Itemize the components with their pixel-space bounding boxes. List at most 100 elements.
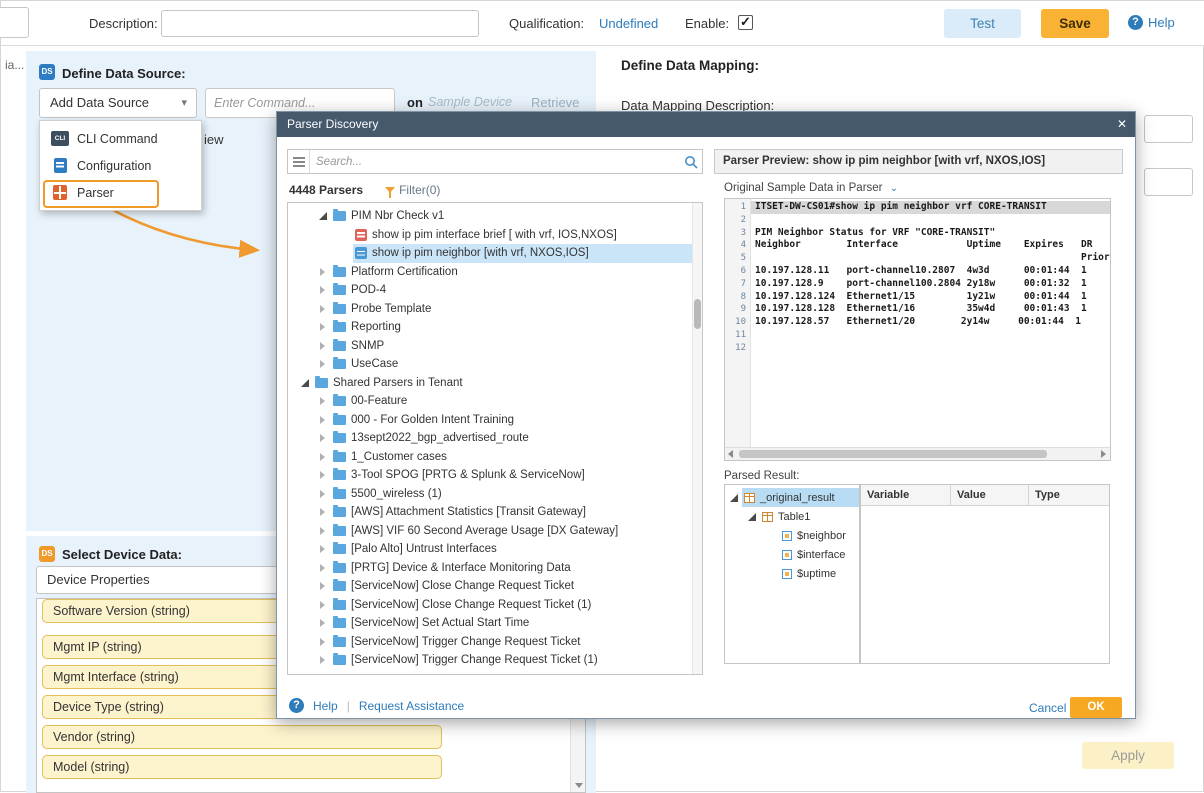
parser-tree-row[interactable]: [ServiceNow] Close Change Request Ticket	[288, 577, 702, 596]
tree-expander-icon[interactable]	[318, 563, 329, 573]
parser-tree-row[interactable]: 3-Tool SPOG [PRTG & Splunk & ServiceNow]	[288, 466, 702, 485]
tree-expander-icon[interactable]	[318, 452, 329, 462]
parser-tree-row[interactable]: [ServiceNow] Set Actual Start Time	[288, 614, 702, 633]
tree-expander-icon[interactable]	[318, 396, 329, 406]
tree-expander-icon[interactable]	[318, 544, 329, 554]
tree-expander-icon[interactable]	[318, 470, 329, 480]
tree-expander-icon[interactable]	[318, 267, 329, 277]
top-help-link[interactable]: ? Help	[1128, 15, 1175, 30]
tree-expander-icon[interactable]	[729, 493, 740, 503]
truncated-name-field[interactable]	[0, 7, 29, 38]
tree-expander-icon[interactable]	[318, 359, 329, 369]
parser-tree-row[interactable]: [AWS] Attachment Statistics [Transit Gat…	[288, 503, 702, 522]
tree-expander-icon[interactable]	[747, 512, 758, 522]
search-options-icon[interactable]	[288, 150, 310, 173]
modal-help-link[interactable]: Help	[313, 699, 338, 713]
device-property-item[interactable]: Vendor (string)	[42, 725, 442, 749]
result-tree-row[interactable]: $uptime	[725, 564, 859, 583]
request-assistance-link[interactable]: Request Assistance	[359, 699, 464, 713]
tree-expander-icon[interactable]	[318, 581, 329, 591]
tree-expander-icon[interactable]	[318, 655, 329, 665]
tree-expander-icon[interactable]	[318, 415, 329, 425]
scroll-left-icon[interactable]	[725, 448, 738, 460]
tree-expander-icon[interactable]	[767, 569, 778, 579]
tree-scrollbar-thumb[interactable]	[694, 299, 701, 329]
scrollbar-thumb[interactable]	[739, 450, 1047, 458]
description-input[interactable]	[161, 10, 479, 37]
parser-tree-row[interactable]: [ServiceNow] Trigger Change Request Tick…	[288, 651, 702, 670]
parser-tree-row[interactable]: 00-Feature	[288, 392, 702, 411]
parser-tree-row[interactable]: POD-4	[288, 281, 702, 300]
test-button[interactable]: Test	[944, 9, 1021, 38]
code-line: 6 10.197.128.11 port-channel10.2807 4w3d…	[725, 265, 1110, 278]
parser-tree-row[interactable]: [AWS] VIF 60 Second Average Usage [DX Ga…	[288, 522, 702, 541]
result-tree-row[interactable]: $interface	[725, 545, 859, 564]
parser-tree-row[interactable]: 5500_wireless (1)	[288, 485, 702, 504]
parser-tree-row[interactable]: [ServiceNow] Close Change Request Ticket…	[288, 596, 702, 615]
parser-tree-row[interactable]: SNMP	[288, 337, 702, 356]
add-data-source-dropdown[interactable]: Add Data Source ▾	[39, 88, 197, 118]
menu-item[interactable]: CLI CLI Command	[40, 125, 201, 152]
ok-button[interactable]: OK	[1070, 697, 1122, 718]
parser-tree-row[interactable]: Shared Parsers in Tenant	[288, 374, 702, 393]
tree-expander-icon[interactable]	[300, 378, 311, 388]
parser-tree-row[interactable]: PIM Nbr Check v1	[288, 207, 702, 226]
parser-tree-row[interactable]: show ip pim interface brief [ with vrf, …	[288, 226, 702, 245]
tree-expander-icon[interactable]	[318, 322, 329, 332]
enable-checkbox[interactable]	[738, 15, 753, 30]
tree-expander-icon[interactable]	[318, 526, 329, 536]
data-mapping-field-partial-2[interactable]	[1144, 168, 1193, 196]
tree-node-icon	[333, 267, 346, 277]
tree-node-label: Reporting	[351, 321, 401, 333]
cancel-button[interactable]: Cancel	[1029, 701, 1066, 715]
parser-tree-row[interactable]: UseCase	[288, 355, 702, 374]
sample-device-input[interactable]: Sample Device	[428, 95, 512, 109]
parser-tree-row[interactable]: show ip pim neighbor [with vrf, NXOS,IOS…	[288, 244, 702, 263]
save-button[interactable]: Save	[1041, 9, 1109, 38]
parser-tree-row[interactable]: [PRTG] Device & Interface Monitoring Dat…	[288, 559, 702, 578]
device-property-item[interactable]: Model (string)	[42, 755, 442, 779]
parser-tree-row[interactable]: Reporting	[288, 318, 702, 337]
code-horizontal-scrollbar[interactable]	[725, 447, 1110, 460]
close-icon[interactable]: ✕	[1117, 112, 1127, 137]
tree-expander-icon[interactable]	[318, 489, 329, 499]
search-input[interactable]	[310, 156, 680, 168]
tree-expander-icon[interactable]	[318, 618, 329, 628]
apply-button[interactable]: Apply	[1082, 742, 1174, 769]
tree-expander-icon[interactable]	[340, 248, 351, 258]
parser-tree-row[interactable]: 000 - For Golden Intent Training	[288, 411, 702, 430]
qualification-value-link[interactable]: Undefined	[599, 16, 658, 31]
parser-tree-row[interactable]: [Palo Alto] Untrust Interfaces	[288, 540, 702, 559]
tree-expander-icon[interactable]	[340, 230, 351, 240]
parser-tree-row[interactable]: 13sept2022_bgp_advertised_route	[288, 429, 702, 448]
scroll-down-button[interactable]	[571, 777, 585, 792]
scroll-right-icon[interactable]	[1097, 448, 1110, 460]
tree-expander-icon[interactable]	[318, 285, 329, 295]
tree-expander-icon[interactable]	[767, 550, 778, 560]
tree-expander-icon[interactable]	[318, 600, 329, 610]
tree-expander-icon[interactable]	[318, 507, 329, 517]
retrieve-button[interactable]: Retrieve	[531, 95, 579, 110]
result-tree-row[interactable]: $neighbor	[725, 526, 859, 545]
result-tree-row[interactable]: _original_result	[725, 488, 859, 507]
filter-button[interactable]: Filter(0)	[385, 183, 440, 197]
menu-item[interactable]: Configuration	[40, 152, 201, 179]
parser-tree-row[interactable]: Probe Template	[288, 300, 702, 319]
tree-expander-icon[interactable]	[318, 637, 329, 647]
tree-expander-icon[interactable]	[318, 341, 329, 351]
parser-tree-row[interactable]: Platform Certification	[288, 263, 702, 282]
result-tree-row[interactable]: Table1	[725, 507, 859, 526]
truncated-tab-label: iew	[204, 132, 224, 147]
data-mapping-field-partial[interactable]	[1144, 115, 1193, 143]
parser-tree-row[interactable]: [ServiceNow] Trigger Change Request Tick…	[288, 633, 702, 652]
tree-expander-icon[interactable]	[318, 433, 329, 443]
tree-expander-icon[interactable]	[318, 211, 329, 221]
sample-data-label[interactable]: Original Sample Data in Parser ⌄	[724, 182, 898, 194]
tree-expander-icon[interactable]	[318, 304, 329, 314]
search-icon[interactable]	[680, 154, 702, 170]
tree-scrollbar[interactable]	[692, 203, 702, 674]
tree-expander-icon[interactable]	[767, 531, 778, 541]
menu-item[interactable]: Parser	[40, 179, 201, 206]
parser-tree-row[interactable]: 1_Customer cases	[288, 448, 702, 467]
menu-item-label: Configuration	[77, 159, 151, 173]
